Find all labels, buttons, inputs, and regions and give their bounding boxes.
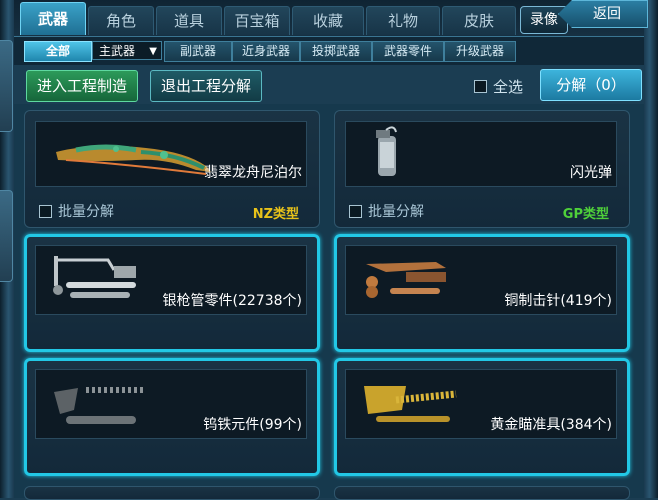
item-thumbnail: 闪光弹: [345, 121, 617, 187]
tab-collection[interactable]: 收藏: [292, 6, 364, 35]
item-card[interactable]: 闪光弹 批量分解 GP类型: [334, 110, 630, 228]
decompose-button[interactable]: 分解（0）: [540, 69, 642, 101]
item-thumbnail: 铜制击针(419个): [345, 245, 617, 315]
batch-decompose-checkbox[interactable]: [349, 204, 362, 218]
item-thumbnail: 翡翠龙舟尼泊尔: [35, 121, 307, 187]
exit-decompose-button[interactable]: 退出工程分解: [150, 70, 262, 102]
item-name: 闪光弹: [570, 165, 612, 181]
subtab-all[interactable]: 全部: [24, 41, 92, 62]
tab-weapons[interactable]: 武器: [20, 2, 86, 35]
subtab-secondary[interactable]: 副武器: [164, 41, 232, 62]
select-all-toggle[interactable]: 全选: [474, 76, 523, 96]
subtab-melee[interactable]: 近身武器: [232, 41, 300, 62]
back-button-label: 返回: [593, 6, 621, 22]
item-card[interactable]: 翡翠龙舟尼泊尔 批量分解 NZ类型: [24, 110, 320, 228]
primary-weapon-select[interactable]: 主武器 ▼: [92, 41, 162, 60]
back-button[interactable]: 返回: [558, 0, 648, 28]
subtab-weapon-parts[interactable]: 武器零件: [372, 41, 444, 62]
item-thumbnail: 银枪管零件(22738个): [35, 245, 307, 315]
batch-decompose-label: 批量分解: [58, 204, 114, 220]
item-card[interactable]: 钨铁元件(99个): [24, 358, 320, 476]
tab-props[interactable]: 道具: [156, 6, 222, 35]
batch-decompose-toggle[interactable]: 批量分解: [39, 201, 114, 221]
item-card[interactable]: 铜制击针(419个): [334, 234, 630, 352]
left-frame-notch: [0, 190, 13, 282]
item-type-badge: NZ类型: [252, 207, 299, 222]
tab-treasure-box[interactable]: 百宝箱: [224, 6, 290, 35]
sub-category-bar: 全部 主武器 ▼ 副武器 近身武器 投掷武器 武器零件 升级武器: [14, 36, 644, 65]
tab-characters[interactable]: 角色: [88, 6, 154, 35]
record-button[interactable]: 录像: [520, 6, 568, 34]
item-type-badge: GP类型: [562, 207, 609, 222]
right-frame-edge: [644, 0, 658, 498]
tab-gifts[interactable]: 礼物: [366, 6, 440, 35]
item-thumbnail: 钨铁元件(99个): [35, 369, 307, 439]
chevron-down-icon: ▼: [149, 46, 157, 57]
item-name: 钨铁元件(99个): [203, 417, 302, 433]
subtab-upgrade-weapons[interactable]: 升级武器: [444, 41, 516, 62]
batch-decompose-toggle[interactable]: 批量分解: [349, 201, 424, 221]
item-thumbnail: 黄金瞄准具(384个): [345, 369, 617, 439]
enter-craft-button[interactable]: 进入工程制造: [26, 70, 138, 102]
item-card[interactable]: 银枪管零件(22738个): [24, 234, 320, 352]
item-name: 黄金瞄准具(384个): [490, 417, 612, 433]
item-name: 银枪管零件(22738个): [162, 293, 302, 309]
item-name: 翡翠龙舟尼泊尔: [204, 165, 302, 181]
primary-weapon-select-value: 主武器: [99, 44, 136, 58]
main-tab-bar: 武器 角色 道具 百宝箱 收藏 礼物 皮肤 录像 返回: [14, 0, 648, 36]
select-all-label: 全选: [493, 77, 524, 96]
batch-decompose-checkbox[interactable]: [39, 204, 52, 218]
tab-skins[interactable]: 皮肤: [442, 6, 516, 35]
item-card[interactable]: 黄金瞄准具(384个): [334, 358, 630, 476]
item-name: 铜制击针(419个): [504, 293, 612, 309]
batch-decompose-label: 批量分解: [368, 204, 424, 220]
select-all-checkbox[interactable]: [474, 79, 487, 93]
subtab-throwing[interactable]: 投掷武器: [300, 41, 372, 62]
left-frame-notch: [0, 40, 13, 132]
item-grid: 翡翠龙舟尼泊尔 批量分解 NZ类型 闪光弹 批量分解 GP类型 银枪管零件(22…: [14, 104, 644, 500]
left-frame-edge: [0, 0, 14, 498]
